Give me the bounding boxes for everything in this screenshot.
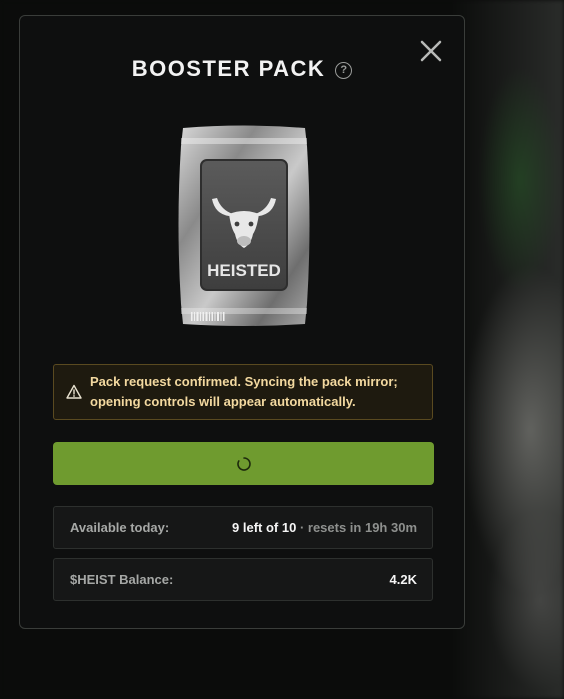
modal-header: BOOSTER PACK ? <box>20 54 464 84</box>
available-today-row: Available today: 9 left of 10 · resets i… <box>53 506 433 549</box>
booster-pack-modal: BOOSTER PACK ? HEISTED Pack request conf… <box>19 15 465 629</box>
modal-title: BOOSTER PACK <box>131 56 326 81</box>
reset-timer: · resets in 19h 30m <box>296 520 417 535</box>
available-count: 9 left of 10 <box>232 520 297 535</box>
close-x-icon <box>420 40 442 62</box>
question-circle-icon[interactable]: ? <box>335 61 353 79</box>
close-button[interactable] <box>418 38 444 64</box>
pack-brand-text: HEISTED <box>207 261 281 280</box>
available-value-group: 9 left of 10 · resets in 19h 30m <box>232 520 417 535</box>
available-label: Available today: <box>70 520 170 535</box>
balance-value: 4.2K <box>389 572 417 587</box>
spinner-icon <box>236 456 251 471</box>
balance-row: $HEIST Balance: 4.2K <box>53 558 433 601</box>
balance-label: $HEIST Balance: <box>70 572 174 587</box>
notice-message: Pack request confirmed. Syncing the pack… <box>90 374 398 409</box>
booster-pack-image: HEISTED <box>177 124 311 328</box>
warning-triangle-icon <box>66 384 82 399</box>
status-notice: Pack request confirmed. Syncing the pack… <box>53 364 433 420</box>
open-pack-button[interactable] <box>53 442 434 485</box>
